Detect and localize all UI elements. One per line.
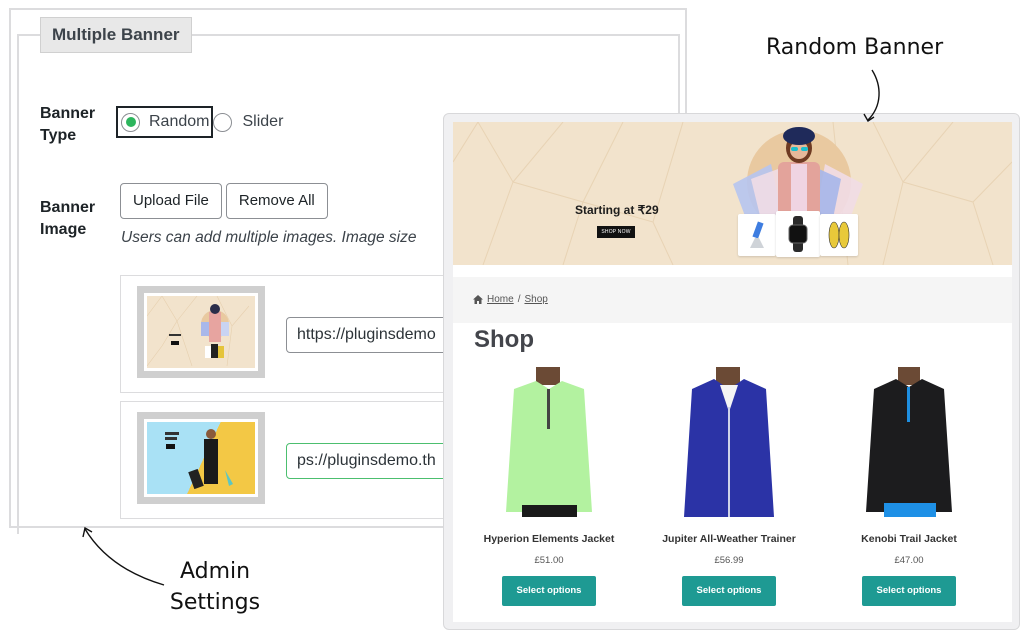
home-icon [473,295,483,304]
admin-settings-arrow-icon [82,526,165,586]
product-name[interactable]: Hyperion Elements Jacket [459,533,639,545]
shop-preview-window: Starting at ₹29 SHOP NOW Home / Shop Sho… [443,113,1020,630]
breadcrumb-shop-link[interactable]: Shop [524,294,547,305]
breadcrumb-home-link[interactable]: Home [487,294,514,305]
phone-stand-product [738,214,776,256]
banner-image-label: Banner Image [40,199,96,238]
select-options-button[interactable]: Select options [682,576,776,606]
banner-thumbnail[interactable] [137,286,265,378]
product-image[interactable] [654,367,804,517]
radio-checked-icon[interactable] [121,112,140,132]
product-price: £56.99 [714,555,744,566]
product-name[interactable]: Kenobi Trail Jacket [819,533,999,545]
product-name[interactable]: Jupiter All-Weather Trainer [639,533,819,545]
breadcrumb-bar: Home / Shop [453,277,1012,323]
smartwatch-product [776,211,820,257]
banner-products [738,211,858,257]
banner-image-actions: Upload File Remove All [120,183,328,219]
product-image[interactable] [474,367,624,517]
page-title: Shop [474,326,534,353]
select-options-button[interactable]: Select options [502,576,596,606]
select-options-button[interactable]: Select options [862,576,956,606]
product-card: Jupiter All-Weather Trainer £56.99 Selec… [639,367,819,606]
random-banner-arrow-icon [863,69,880,122]
banner-thumbnail[interactable] [137,412,265,504]
banner-image-item: ps://pluginsdemo.th [120,401,486,519]
radio-random-label: Random [149,113,210,130]
upload-file-button[interactable]: Upload File [120,183,222,219]
beige-banner-thumbnail-image [147,296,255,368]
help-text: Users can add multiple images. Image siz… [121,229,417,246]
section-title: Multiple Banner [40,17,192,53]
product-price: £51.00 [534,555,564,566]
breadcrumb-separator: / [517,294,521,305]
radio-slider[interactable]: Slider [213,106,283,138]
remove-all-button[interactable]: Remove All [225,183,328,219]
product-card: Kenobi Trail Jacket £47.00 Select option… [819,367,999,606]
product-card: Hyperion Elements Jacket £51.00 Select o… [459,367,639,606]
product-price: £47.00 [894,555,924,566]
radio-slider-label: Slider [242,113,284,130]
radio-random[interactable]: Random [116,106,214,138]
banner-shop-now-button[interactable]: SHOP NOW [597,226,635,238]
banner-type-radio-group: Random Slider [116,106,283,138]
breadcrumb: Home / Shop [473,294,548,305]
blue-yellow-banner-thumbnail-image [147,422,255,494]
banner-headline: Starting at ₹29 [575,203,659,217]
radio-unchecked-icon[interactable] [213,112,233,132]
banner-type-label: Banner Type [40,105,96,144]
random-banner-annotation: Random Banner [766,35,944,60]
product-image[interactable] [834,367,984,517]
random-banner[interactable]: Starting at ₹29 SHOP NOW [453,122,1012,265]
flip-flops-product [820,214,858,256]
banner-image-item: https://pluginsdemo [120,275,486,393]
shop-page: Starting at ₹29 SHOP NOW Home / Shop Sho… [453,122,1012,622]
admin-settings-annotation: Admin Settings [169,559,261,615]
